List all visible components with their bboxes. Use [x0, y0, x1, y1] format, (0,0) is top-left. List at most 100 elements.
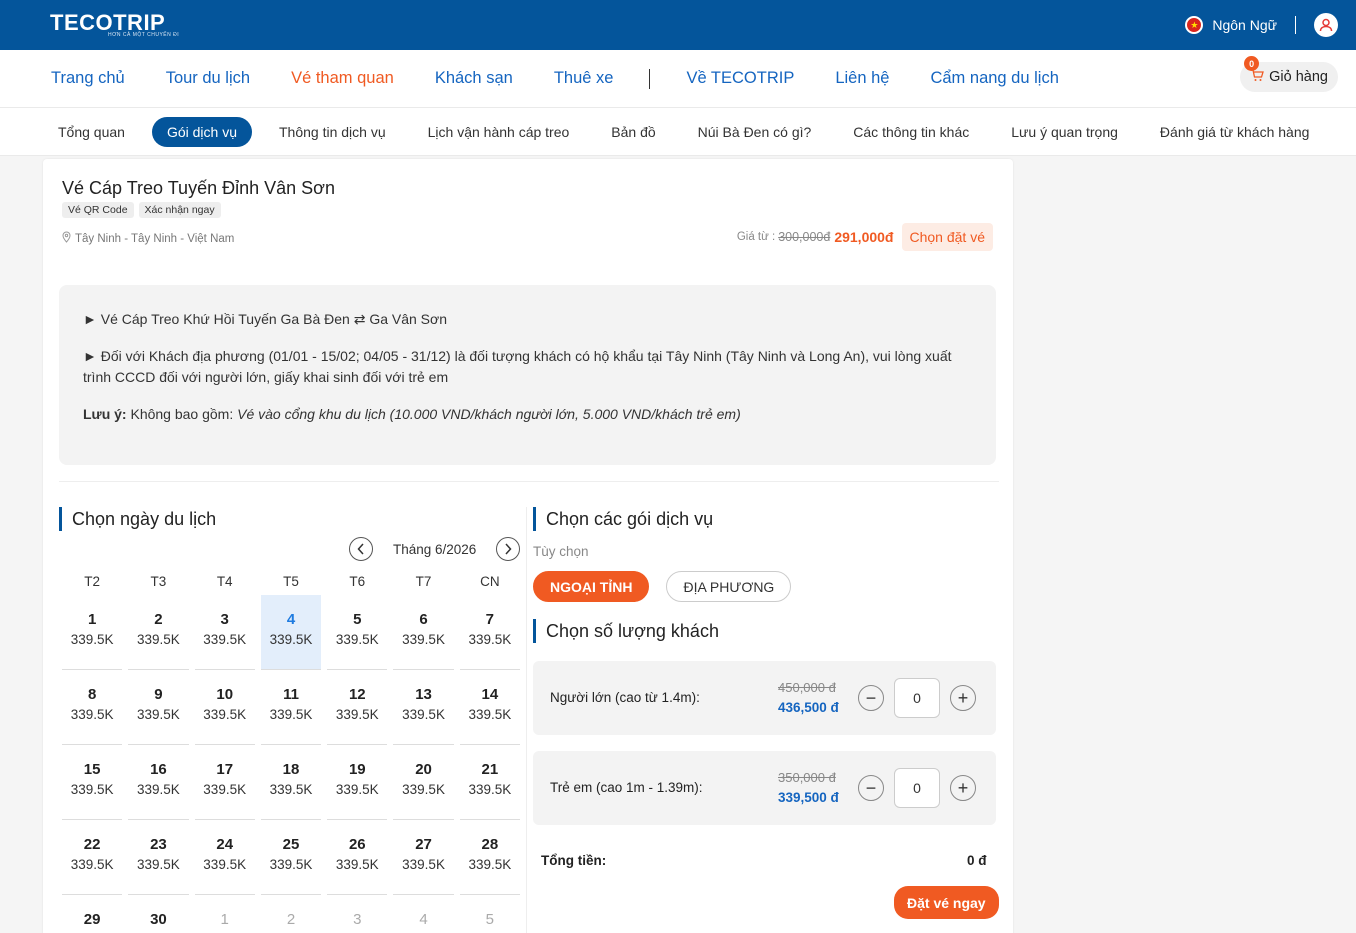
vietnam-flag-icon[interactable]: ★ [1185, 16, 1204, 34]
adult-quantity-input[interactable] [894, 678, 940, 718]
day-price: 339.5K [402, 782, 445, 797]
nav-car-rental[interactable]: Thuê xe [554, 69, 614, 88]
nav-contact[interactable]: Liên hệ [835, 69, 889, 88]
weekday-mon: T2 [84, 574, 101, 589]
calendar-day[interactable]: 3 [327, 895, 387, 933]
option-out-of-province[interactable]: NGOẠI TỈNH [533, 571, 650, 602]
calendar-day[interactable]: 6 339.5K [393, 595, 454, 670]
calendar-day[interactable]: 8 339.5K [62, 670, 123, 745]
day-price: 339.5K [335, 857, 379, 872]
book-now-button[interactable]: Đặt vé ngay [894, 886, 999, 919]
tab-other-info[interactable]: Các thông tin khác [838, 117, 984, 147]
day-price: 339.5K [70, 857, 114, 872]
calendar-day[interactable]: 24 339.5K [194, 820, 255, 895]
desc-line-2: ► Đối với Khách địa phương (01/01 - 15/0… [83, 348, 952, 385]
nav-home[interactable]: Trang chủ [51, 69, 125, 88]
tab-map[interactable]: Bản đồ [596, 117, 670, 147]
calendar-day[interactable]: 12 339.5K [327, 670, 388, 745]
weekday-fri: T6 [349, 574, 366, 589]
calendar-day[interactable]: 1 339.5K [62, 595, 123, 670]
day-number: 22 [83, 836, 101, 853]
tab-service-info[interactable]: Thông tin dịch vụ [264, 117, 401, 147]
calendar-day[interactable]: 20 339.5K [393, 745, 454, 820]
calendar-day[interactable]: 11 339.5K [260, 670, 322, 745]
calendar-day[interactable]: 14 339.5K [459, 670, 520, 745]
day-number: 23 [150, 836, 167, 853]
calendar-day[interactable]: 18 339.5K [260, 745, 322, 820]
day-price: 339.5K [70, 707, 114, 722]
choose-ticket-button[interactable]: Chọn đặt vé [901, 223, 993, 251]
description-box: ► Vé Cáp Treo Khứ Hồi Tuyến Ga Bà Đen ⇄ … [59, 285, 996, 465]
nav-guide[interactable]: Cẩm nang du lịch [930, 69, 1058, 88]
child-plus-button[interactable]: + [950, 775, 976, 801]
tab-reviews[interactable]: Đánh giá từ khách hàng [1145, 117, 1324, 147]
calendar-day[interactable]: 2 [261, 895, 321, 933]
calendar-day[interactable]: 29 [62, 895, 122, 933]
note-italic: Vé vào cổng khu du lịch (10.000 VND/khác… [237, 406, 741, 422]
product-tags: Vé QR Code Xác nhận ngay [62, 202, 226, 218]
tab-service-packages[interactable]: Gói dịch vụ [151, 116, 252, 147]
calendar-day[interactable]: 17 339.5K [194, 745, 255, 820]
nav-hotels[interactable]: Khách sạn [435, 69, 513, 88]
calendar-day[interactable]: 2 339.5K [128, 595, 189, 670]
logo[interactable]: TECOTRIP HƠN CẢ MỘT CHUYẾN ĐI [50, 12, 179, 39]
next-month-button[interactable] [496, 537, 521, 561]
calendar-day[interactable]: 23 339.5K [128, 820, 189, 895]
nav-tours[interactable]: Tour du lịch [166, 69, 250, 88]
day-number: 3 [220, 611, 229, 628]
calendar-day[interactable]: 25 339.5K [260, 820, 322, 895]
user-icon[interactable] [1314, 13, 1338, 37]
calendar-day[interactable]: 27 339.5K [393, 820, 454, 895]
child-label: Trẻ em (cao 1m - 1.39m): [550, 780, 703, 795]
calendar-day[interactable]: 21 339.5K [459, 745, 520, 820]
adult-minus-button[interactable]: − [858, 685, 884, 711]
tab-overview[interactable]: Tổng quan [43, 117, 140, 147]
language-selector[interactable]: Ngôn Ngữ [1212, 17, 1277, 33]
day-number: 5 [353, 611, 362, 628]
option-buttons: NGOẠI TỈNH ĐỊA PHƯƠNG [533, 571, 808, 602]
calendar-day[interactable]: 7 339.5K [459, 595, 520, 670]
calendar-day[interactable]: 22 339.5K [62, 820, 123, 895]
calendar-day[interactable]: 5 [460, 895, 520, 933]
adult-price-old: 450,000 đ [778, 680, 836, 695]
tab-what-to-see[interactable]: Núi Bà Đen có gì? [683, 117, 827, 147]
adult-plus-button[interactable]: + [950, 685, 976, 711]
total-label: Tổng tiền: [541, 853, 607, 868]
nav-tickets[interactable]: Vé tham quan [291, 69, 394, 88]
calendar-day[interactable]: 5 339.5K [327, 595, 388, 670]
calendar-day[interactable]: 9 339.5K [128, 670, 189, 745]
calendar-day[interactable]: 30 [128, 895, 188, 933]
weekday-wed: T4 [216, 574, 233, 589]
cart-button[interactable]: 0 Giỏ hàng [1240, 56, 1338, 92]
child-quantity-input[interactable] [894, 768, 940, 808]
day-number: 7 [485, 611, 495, 628]
calendar-day[interactable]: 15 339.5K [62, 745, 123, 820]
nav-about[interactable]: Về TECOTRIP [686, 69, 794, 88]
option-local[interactable]: ĐỊA PHƯƠNG [666, 571, 792, 602]
calendar-day[interactable]: 4 [393, 895, 453, 933]
prev-month-button[interactable] [349, 537, 373, 561]
adult-price-new: 436,500 đ [778, 700, 839, 715]
tab-cable-schedule[interactable]: Lịch vận hành cáp treo [413, 117, 585, 147]
calendar-day[interactable]: 26 339.5K [327, 820, 388, 895]
child-minus-button[interactable]: − [858, 775, 884, 801]
day-price: 339.5K [468, 857, 512, 872]
day-number: 17 [216, 761, 234, 778]
calendar-day[interactable]: 19 339.5K [327, 745, 388, 820]
calendar-day[interactable]: 16 339.5K [128, 745, 189, 820]
day-price: 339.5K [70, 632, 114, 647]
desc-line-1: ► Vé Cáp Treo Khứ Hồi Tuyến Ga Bà Đen ⇄ … [83, 311, 447, 327]
tag-instant-confirm: Xác nhận ngay [138, 202, 221, 218]
day-number: 15 [83, 761, 101, 778]
price-new: 291,000đ [834, 229, 894, 245]
tab-important-notes[interactable]: Lưu ý quan trọng [996, 117, 1133, 147]
calendar-day[interactable]: 1 [195, 895, 255, 933]
calendar-day[interactable]: 28 339.5K [459, 820, 520, 895]
day-number: 5 [485, 911, 495, 928]
guests-title: Chọn số lượng khách [533, 619, 719, 643]
nav-separator [649, 68, 651, 89]
calendar-day[interactable]: 3 339.5K [194, 595, 255, 670]
calendar-day[interactable]: 10 339.5K [194, 670, 255, 745]
calendar-day[interactable]: 4 339.5K [260, 595, 322, 670]
calendar-day[interactable]: 13 339.5K [393, 670, 454, 745]
